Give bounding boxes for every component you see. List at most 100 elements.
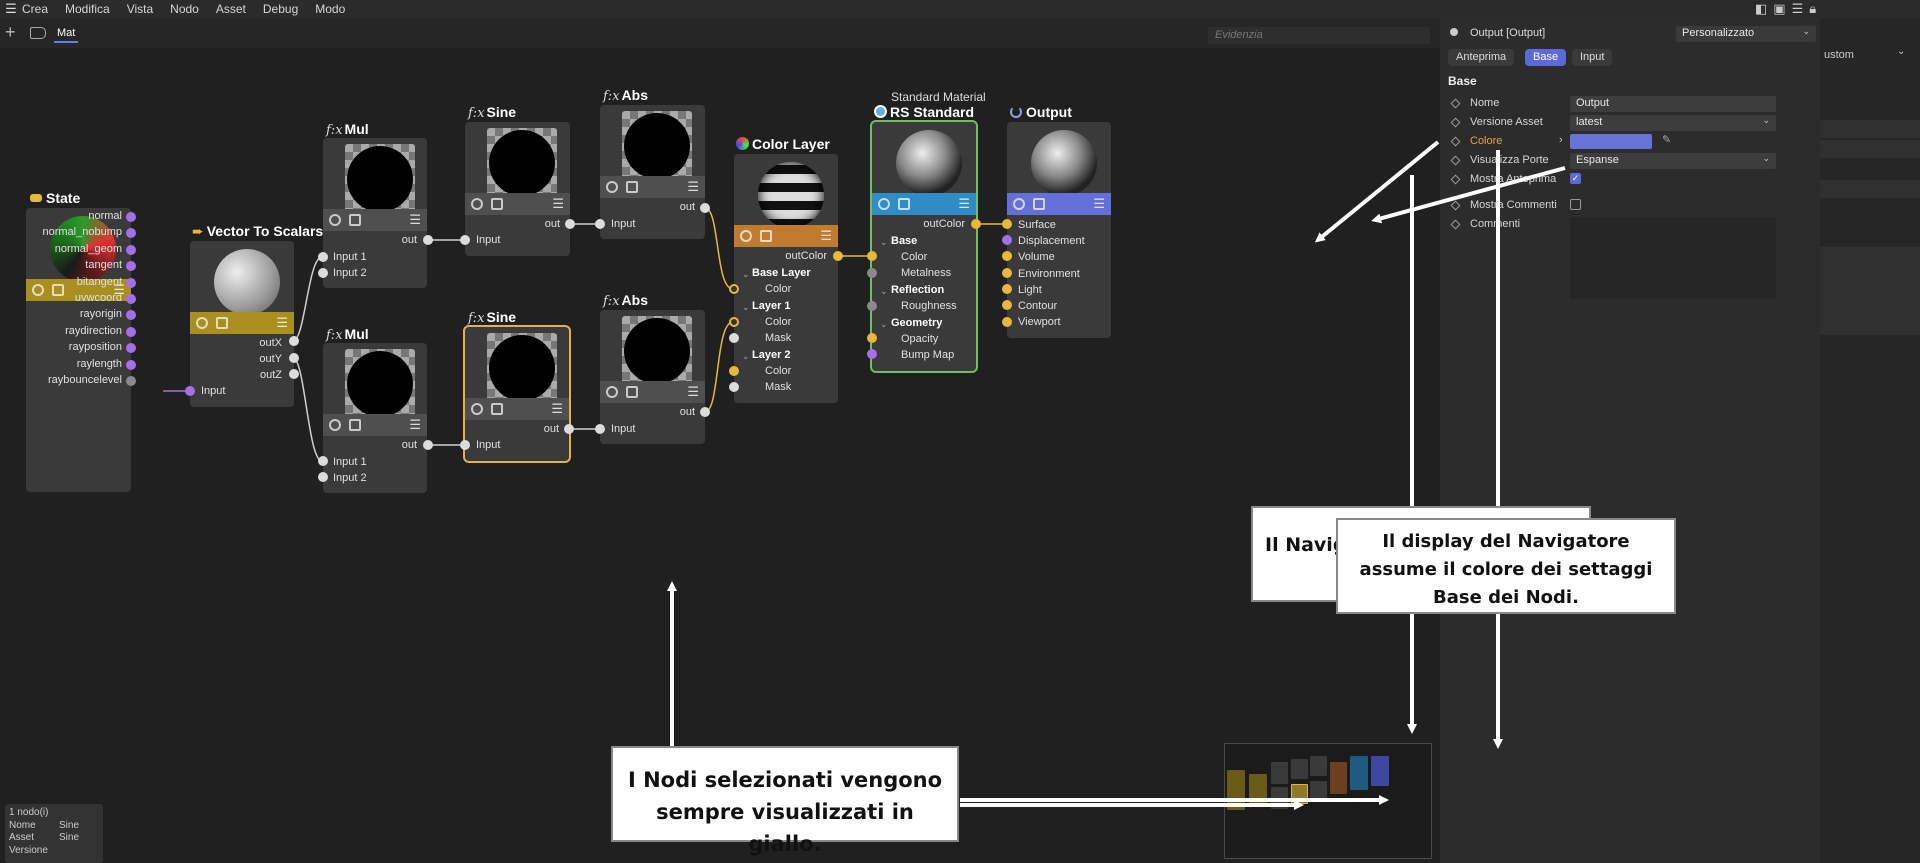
image-icon[interactable] — [216, 317, 228, 329]
settings-icon[interactable] — [32, 284, 44, 296]
rs-base-color-dot[interactable] — [867, 251, 877, 261]
sine-node-1[interactable]: ☰ out Input — [465, 122, 570, 256]
mul2-input2-dot[interactable] — [318, 472, 328, 482]
hamburger-menu-icon[interactable]: ☰ — [0, 1, 22, 17]
menu-modo[interactable]: Modo — [315, 2, 345, 16]
custom-dropdown-label[interactable]: ustom — [1824, 49, 1854, 61]
mostra-anteprima-checkbox[interactable]: ✓ — [1570, 173, 1581, 184]
state-port-dot[interactable] — [126, 244, 136, 255]
keyframe-diamond-icon[interactable] — [1450, 117, 1461, 128]
preset-dropdown[interactable]: Personalizzato ⌄ — [1676, 26, 1816, 42]
collapse-icon[interactable]: ⌄ — [742, 269, 750, 280]
mul1-input1-dot[interactable] — [318, 252, 328, 262]
keyframe-diamond-icon[interactable] — [1450, 136, 1461, 147]
layout-icon[interactable]: ◧ — [1755, 1, 1767, 17]
state-port-dot[interactable] — [126, 212, 136, 222]
mul-node-2[interactable]: ☰ out Input 1 Input 2 — [323, 343, 427, 493]
rs-standard-node[interactable]: ☰ outColor ⌄ Base Color Metalness ⌄ Refl… — [870, 120, 978, 373]
tab-mat[interactable]: Mat — [54, 27, 79, 43]
tag-icon[interactable] — [30, 27, 46, 39]
keyframe-diamond-icon[interactable] — [1450, 174, 1461, 185]
navigator[interactable] — [1224, 743, 1432, 859]
cl-base-color-dot[interactable] — [729, 284, 739, 294]
collapse-icon[interactable]: ⌄ — [880, 319, 888, 330]
section-layer-2[interactable]: Layer 2 — [752, 349, 791, 361]
settings-icon[interactable] — [740, 230, 752, 242]
keyframe-diamond-icon[interactable] — [1450, 200, 1461, 211]
list-icon[interactable]: ☰ — [1792, 1, 1804, 17]
menu-nodo[interactable]: Nodo — [170, 2, 199, 16]
settings-icon[interactable] — [196, 317, 208, 329]
image-icon[interactable] — [52, 284, 64, 296]
menu-icon[interactable]: ☰ — [276, 316, 288, 329]
rs-opacity-dot[interactable] — [867, 333, 877, 343]
mul1-out-dot[interactable] — [423, 235, 433, 245]
state-port-dot[interactable] — [126, 261, 136, 272]
nome-field[interactable]: Output — [1570, 96, 1776, 112]
commenti-textarea[interactable] — [1570, 217, 1776, 299]
collapse-icon[interactable]: ⌄ — [880, 286, 888, 297]
state-port-dot[interactable] — [126, 343, 136, 354]
tab-input[interactable]: Input — [1572, 49, 1613, 66]
add-tab-icon[interactable]: + — [5, 23, 16, 41]
menu-icon[interactable]: ☰ — [820, 229, 832, 242]
image-icon[interactable] — [898, 198, 910, 210]
menu-vista[interactable]: Vista — [127, 2, 153, 16]
sine1-out-dot[interactable] — [565, 219, 575, 229]
settings-icon[interactable] — [878, 198, 890, 210]
state-port-dot[interactable] — [126, 277, 136, 288]
settings-icon[interactable] — [606, 181, 618, 193]
settings-icon[interactable] — [606, 386, 618, 398]
collapse-icon[interactable]: ⌄ — [880, 237, 888, 248]
mul2-out-dot[interactable] — [423, 440, 433, 450]
state-port-dot[interactable] — [126, 326, 136, 337]
abs-node-1[interactable]: ☰ out Input — [600, 105, 705, 239]
settings-icon[interactable] — [471, 198, 483, 210]
out-surface-dot[interactable] — [1002, 219, 1012, 229]
mostra-commenti-checkbox[interactable] — [1570, 199, 1581, 210]
image-icon[interactable] — [349, 419, 361, 431]
mul2-input1-dot[interactable] — [318, 456, 328, 466]
out-light-dot[interactable] — [1002, 284, 1012, 294]
vts-outy-dot[interactable] — [289, 353, 299, 363]
state-port-dot[interactable] — [126, 359, 136, 370]
rs-bumpmap-dot[interactable] — [867, 349, 877, 359]
state-port-dot[interactable] — [126, 294, 136, 304]
out-volume-dot[interactable] — [1002, 251, 1012, 261]
image-icon[interactable] — [626, 181, 638, 193]
menu-icon[interactable]: ☰ — [552, 197, 564, 210]
sine2-out-dot[interactable] — [564, 424, 574, 434]
out-contour-dot[interactable] — [1002, 300, 1012, 310]
abs-node-2[interactable]: ☰ out Input — [600, 310, 705, 444]
menu-icon[interactable]: ☰ — [687, 385, 699, 398]
state-port-dot[interactable] — [126, 310, 136, 321]
visualizza-porte-dropdown[interactable]: Espanse ⌄ — [1570, 153, 1776, 169]
collapse-icon[interactable]: ⌄ — [742, 302, 750, 313]
abs1-input-dot[interactable] — [595, 219, 605, 229]
menu-icon[interactable]: ☰ — [409, 213, 421, 226]
expand-arrow-icon[interactable]: › — [1559, 134, 1563, 146]
sine-node-2-selected[interactable]: ☰ out Input — [463, 325, 571, 463]
highlight-search-input[interactable]: Evidenzia — [1208, 27, 1430, 44]
settings-icon[interactable] — [1013, 198, 1025, 210]
color-layer-node[interactable]: ☰ outColor ⌄ Base Layer Color ⌄ Layer 1 … — [734, 154, 838, 403]
section-base-layer[interactable]: Base Layer — [752, 267, 811, 279]
section-base[interactable]: Base — [891, 235, 917, 247]
out-displacement-dot[interactable] — [1002, 235, 1012, 245]
output-node[interactable]: ☰ Surface Displacement Volume Environmen… — [1007, 122, 1111, 338]
menu-asset[interactable]: Asset — [216, 2, 246, 16]
panel-icon[interactable]: ▣ — [1773, 1, 1785, 17]
tab-base[interactable]: Base — [1525, 49, 1567, 66]
rs-metalness-dot[interactable] — [867, 268, 877, 278]
section-reflection[interactable]: Reflection — [891, 284, 944, 296]
menu-icon[interactable]: ☰ — [1093, 197, 1105, 210]
cl-layer2-mask-dot[interactable] — [729, 382, 739, 392]
rs-outcolor-dot[interactable] — [971, 219, 981, 229]
mul-node-1[interactable]: ☰ out Input 1 Input 2 — [323, 138, 427, 288]
vts-outx-dot[interactable] — [289, 336, 299, 346]
image-icon[interactable] — [491, 403, 503, 415]
settings-icon[interactable] — [329, 419, 341, 431]
state-port-dot[interactable] — [126, 376, 136, 386]
abs2-out-dot[interactable] — [700, 407, 710, 417]
abs2-input-dot[interactable] — [595, 424, 605, 434]
